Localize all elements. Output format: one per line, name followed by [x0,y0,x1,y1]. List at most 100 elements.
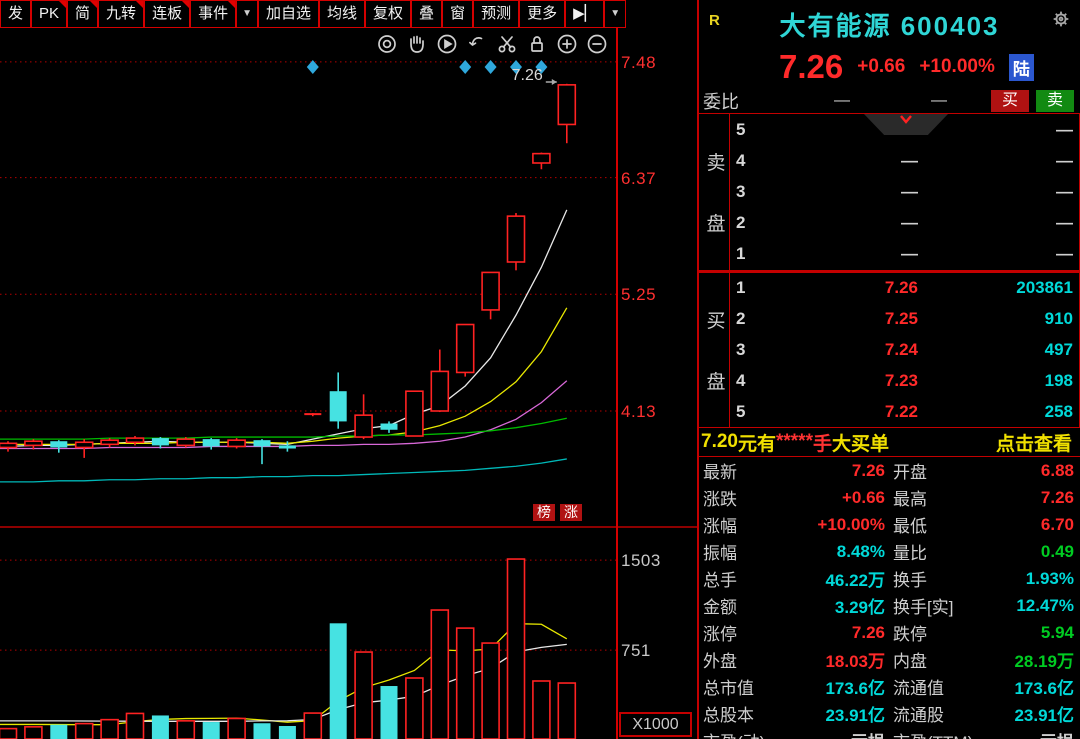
candle [482,272,499,310]
candle [431,371,448,411]
candle [50,441,67,447]
gear-icon[interactable] [1050,8,1072,35]
toolbar-item-3[interactable]: 简 [67,0,98,28]
rank-badge[interactable]: 榜 [533,504,555,521]
stats-row: 振幅8.48%量比0.49 [699,538,1080,565]
stat-label: 量比 [893,539,989,564]
order-volume: — [918,182,1073,202]
order-price: — [758,182,918,202]
stat-label: 涨停 [703,620,795,645]
candle [228,440,245,446]
toolbar-dropdown-caret[interactable]: ▼ [236,0,258,28]
price-row: 7.26 +0.66 +10.00% 陆 [699,46,1080,88]
price-axis-label: 4.13 [621,402,656,422]
sell-rows: 5——4——3——2——1—— [730,114,1079,270]
toolbar-item-4[interactable]: 九转 [98,0,144,28]
stat-label: 最低 [893,512,989,537]
stat-label: 开盘 [893,458,989,483]
orderbook-row[interactable]: 3—— [730,176,1079,207]
volume-bar [25,727,42,739]
volume-bar [50,725,67,739]
toolbar-item-6[interactable]: 事件 [190,0,236,28]
level-number: 4 [736,151,758,171]
ma-line-cyan [0,459,567,482]
sell-orderbook: 卖盘 5——4——3——2——1—— [699,114,1080,270]
orderbook-row[interactable]: 47.23198 [730,365,1079,396]
toolbar-item-1[interactable]: 发 [0,0,31,28]
stats-row: 涨停7.26跌停5.94 [699,619,1080,646]
stat-label: 换手 [893,566,989,591]
stat-label: 涨跌 [703,485,795,510]
ma-line-yellow [0,308,567,445]
toolbar-item-2[interactable]: PK [31,0,67,28]
sell-button[interactable]: 卖 [1036,90,1074,112]
price-change: +0.66 [857,56,905,78]
orderbook-row[interactable]: 1—— [730,239,1079,270]
weibi-value: — [834,92,850,110]
orderbook-row[interactable]: 37.24497 [730,335,1079,366]
kline-chart[interactable]: 7.26 [0,28,697,739]
buy-button[interactable]: 买 [991,90,1029,112]
order-volume: — [918,244,1073,264]
order-volume: — [918,213,1073,233]
stock-title: 大有能源 600403 [699,6,1080,43]
volume-bar [381,686,398,739]
rank-badge[interactable]: 涨 [560,504,582,521]
toolbar-item-5[interactable]: 连板 [144,0,190,28]
level-number: 3 [736,340,758,360]
order-volume: 497 [918,340,1073,360]
weibi-row: 委比 — — 买 卖 [699,88,1080,114]
level-number: 1 [736,244,758,264]
stat-label: 最高 [893,485,989,510]
candle [76,442,93,447]
stat-label: 市盈(TTM) [893,728,989,739]
candle [203,439,220,446]
price-change-pct: +10.00% [919,56,995,78]
orderbook-row[interactable]: 2—— [730,208,1079,239]
sell-side-label: 卖盘 [703,114,729,270]
toolbar-item-14[interactable]: 更多 [519,0,565,28]
limit-up-streak-badge[interactable]: 陆 [1009,54,1034,81]
volume-bar [76,724,93,739]
stat-value: 8.48% [795,542,885,562]
orderbook-row[interactable]: 27.25910 [730,304,1079,335]
side-char: 盘 [706,367,725,394]
orderbook-row[interactable]: 4—— [730,145,1079,176]
stats-row: 总市值173.6亿流通值173.6亿 [699,673,1080,700]
toolbar-item-15[interactable]: ▶▏ [565,0,604,28]
level-number: 5 [736,402,758,422]
stock-app: 发PK简九转连板事件▼加自选均线复权叠窗预测更多▶▏▼ 7.26 7.486.3… [0,0,1080,739]
side-char: 盘 [706,209,725,236]
volume-bar [203,722,220,739]
stat-label: 振幅 [703,539,795,564]
toolbar-item-8[interactable]: 加自选 [258,0,319,28]
volume-bar [330,623,347,739]
banner-price: 7.20 [701,431,738,453]
view-details-link[interactable]: 点击查看 [996,429,1072,456]
orderbook-row[interactable]: 57.22258 [730,396,1079,427]
stats-row: 总手46.22万换手1.93% [699,565,1080,592]
toolbar-item-13[interactable]: 预测 [473,0,519,28]
diamond-marker [307,60,319,74]
volume-bar [152,715,169,739]
candle [25,441,42,445]
orderbook-row[interactable]: 17.26203861 [730,273,1079,304]
price-axis-label: 6.37 [621,169,656,189]
candle [330,391,347,421]
toolbar-item-9[interactable]: 均线 [319,0,365,28]
stat-value: 6.70 [989,515,1074,535]
level-number: 2 [736,309,758,329]
level-number: 2 [736,213,758,233]
toolbar-item-11[interactable]: 叠 [411,0,442,28]
toolbar-dropdown-caret[interactable]: ▼ [604,0,626,28]
volume-bar [533,681,550,739]
candle [279,445,296,448]
rank-badges: 榜涨 [533,504,582,521]
stat-label: 市盈(动) [703,728,795,739]
toolbar-item-12[interactable]: 窗 [442,0,473,28]
order-price: 7.23 [758,371,918,391]
order-price: 7.22 [758,402,918,422]
toolbar-item-10[interactable]: 复权 [365,0,411,28]
volume-axis-label: 1503 [621,551,661,571]
stat-value: 28.19万 [989,647,1074,672]
